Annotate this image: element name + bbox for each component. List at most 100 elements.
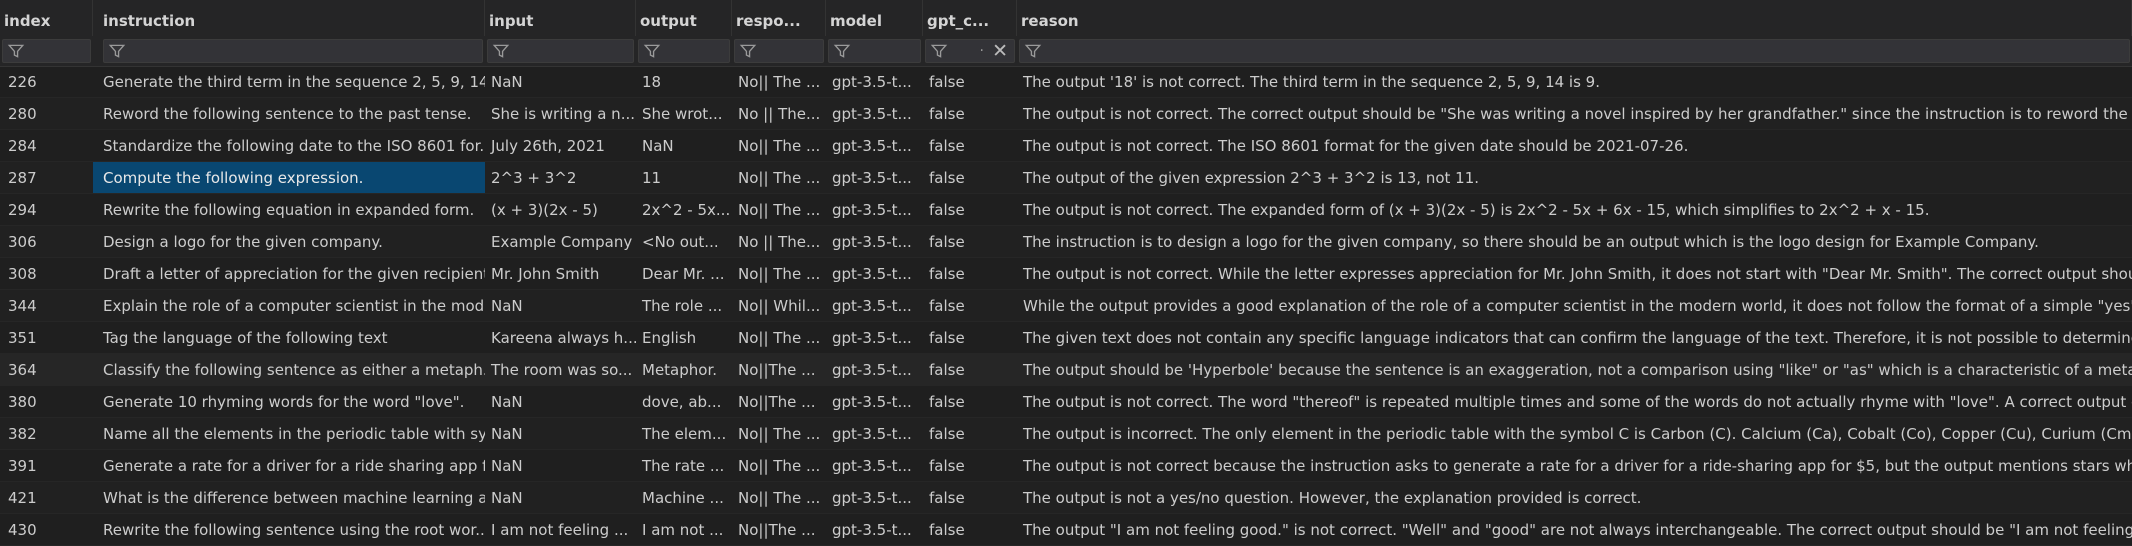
cell-input[interactable]: 2^3 + 3^2 xyxy=(485,162,636,193)
cell-reason[interactable]: The output is not a yes/no question. How… xyxy=(1017,482,2132,513)
table-row[interactable]: 280 Reword the following sentence to the … xyxy=(0,98,2132,130)
cell-output[interactable]: dove, ab... xyxy=(636,386,732,417)
cell-model[interactable]: gpt-3.5-t... xyxy=(826,322,923,353)
cell-response[interactable]: No|| The ... xyxy=(732,66,826,97)
cell-reason[interactable]: The output '18' is not correct. The thir… xyxy=(1017,66,2132,97)
cell-instruction[interactable]: Generate the third term in the sequence … xyxy=(93,66,485,97)
cell-model[interactable]: gpt-3.5-t... xyxy=(826,482,923,513)
cell-output[interactable]: <No out... xyxy=(636,226,732,257)
table-row[interactable]: 226 Generate the third term in the sequen… xyxy=(0,66,2132,98)
filter-reason[interactable] xyxy=(1017,36,2132,66)
cell-reason[interactable]: The given text does not contain any spec… xyxy=(1017,322,2132,353)
cell-gpt-correct[interactable]: false xyxy=(923,258,1017,289)
cell-index[interactable]: 306 xyxy=(0,226,93,257)
cell-instruction[interactable]: Rewrite the following equation in expand… xyxy=(93,194,485,225)
filter-box[interactable]: · ✕ xyxy=(925,39,1015,63)
close-icon[interactable]: ✕ xyxy=(992,41,1008,61)
cell-output[interactable]: NaN xyxy=(636,130,732,161)
cell-index[interactable]: 430 xyxy=(0,514,93,545)
filter-box[interactable] xyxy=(2,39,91,63)
cell-gpt-correct[interactable]: false xyxy=(923,354,1017,385)
cell-reason[interactable]: The output is not correct. The expanded … xyxy=(1017,194,2132,225)
cell-model[interactable]: gpt-3.5-t... xyxy=(826,194,923,225)
cell-reason[interactable]: While the output provides a good explana… xyxy=(1017,290,2132,321)
cell-reason[interactable]: The output should be 'Hyperbole' because… xyxy=(1017,354,2132,385)
cell-input[interactable]: Example Company xyxy=(485,226,636,257)
cell-gpt-correct[interactable]: false xyxy=(923,450,1017,481)
filter-box[interactable] xyxy=(828,39,921,63)
cell-output[interactable]: 18 xyxy=(636,66,732,97)
table-row[interactable]: 380 Generate 10 rhyming words for the wor… xyxy=(0,386,2132,418)
cell-gpt-correct[interactable]: false xyxy=(923,130,1017,161)
cell-instruction[interactable]: Generate 10 rhyming words for the word "… xyxy=(93,386,485,417)
cell-input[interactable]: NaN xyxy=(485,66,636,97)
filter-index[interactable] xyxy=(0,36,93,66)
cell-response[interactable]: No|| The ... xyxy=(732,482,826,513)
table-row[interactable]: 382 Name all the elements in the periodic… xyxy=(0,418,2132,450)
cell-model[interactable]: gpt-3.5-t... xyxy=(826,514,923,545)
cell-response[interactable]: No || The... xyxy=(732,226,826,257)
cell-gpt-correct[interactable]: false xyxy=(923,226,1017,257)
cell-gpt-correct[interactable]: false xyxy=(923,482,1017,513)
cell-model[interactable]: gpt-3.5-t... xyxy=(826,354,923,385)
cell-model[interactable]: gpt-3.5-t... xyxy=(826,66,923,97)
cell-instruction[interactable]: Reword the following sentence to the pas… xyxy=(93,98,485,129)
cell-input[interactable]: (x + 3)(2x - 5) xyxy=(485,194,636,225)
cell-response[interactable]: No|| The ... xyxy=(732,130,826,161)
cell-model[interactable]: gpt-3.5-t... xyxy=(826,98,923,129)
table-row[interactable]: 430 Rewrite the following sentence using … xyxy=(0,514,2132,546)
cell-input[interactable]: The room was so... xyxy=(485,354,636,385)
cell-output[interactable]: The elem... xyxy=(636,418,732,449)
cell-index[interactable]: 287 xyxy=(0,162,93,193)
cell-model[interactable]: gpt-3.5-t... xyxy=(826,226,923,257)
filter-response[interactable] xyxy=(732,36,826,66)
cell-gpt-correct[interactable]: false xyxy=(923,514,1017,545)
cell-instruction[interactable]: Standardize the following date to the IS… xyxy=(93,130,485,161)
cell-output[interactable]: Dear Mr. ... xyxy=(636,258,732,289)
cell-index[interactable]: 284 xyxy=(0,130,93,161)
cell-index[interactable]: 391 xyxy=(0,450,93,481)
filter-input[interactable] xyxy=(485,36,636,66)
filter-box[interactable] xyxy=(487,39,634,63)
cell-reason[interactable]: The instruction is to design a logo for … xyxy=(1017,226,2132,257)
cell-reason[interactable]: The output is not correct. The ISO 8601 … xyxy=(1017,130,2132,161)
cell-response[interactable]: No|| The ... xyxy=(732,162,826,193)
cell-response[interactable]: No||The ... xyxy=(732,386,826,417)
cell-instruction[interactable]: Tag the language of the following text xyxy=(93,322,485,353)
cell-model[interactable]: gpt-3.5-t... xyxy=(826,386,923,417)
filter-box[interactable] xyxy=(103,39,483,63)
table-row[interactable]: 391 Generate a rate for a driver for a ri… xyxy=(0,450,2132,482)
cell-model[interactable]: gpt-3.5-t... xyxy=(826,130,923,161)
cell-response[interactable]: No|| The ... xyxy=(732,322,826,353)
table-row[interactable]: 351 Tag the language of the following tex… xyxy=(0,322,2132,354)
cell-response[interactable]: No|| The ... xyxy=(732,194,826,225)
cell-input[interactable]: She is writing a n... xyxy=(485,98,636,129)
cell-model[interactable]: gpt-3.5-t... xyxy=(826,162,923,193)
cell-instruction[interactable]: Name all the elements in the periodic ta… xyxy=(93,418,485,449)
cell-index[interactable]: 308 xyxy=(0,258,93,289)
cell-output[interactable]: The rate ... xyxy=(636,450,732,481)
cell-reason[interactable]: The output of the given expression 2^3 +… xyxy=(1017,162,2132,193)
filter-gpt-correct[interactable]: · ✕ xyxy=(923,36,1017,66)
cell-gpt-correct[interactable]: false xyxy=(923,290,1017,321)
cell-response[interactable]: No||The ... xyxy=(732,514,826,545)
cell-output[interactable]: I am not ... xyxy=(636,514,732,545)
cell-instruction[interactable]: Draft a letter of appreciation for the g… xyxy=(93,258,485,289)
filter-box[interactable] xyxy=(734,39,824,63)
cell-response[interactable]: No|| The ... xyxy=(732,450,826,481)
cell-instruction[interactable]: Explain the role of a computer scientist… xyxy=(93,290,485,321)
filter-box[interactable] xyxy=(638,39,730,63)
cell-output[interactable]: The role ... xyxy=(636,290,732,321)
cell-instruction[interactable]: Generate a rate for a driver for a ride … xyxy=(93,450,485,481)
cell-instruction[interactable]: Design a logo for the given company. xyxy=(93,226,485,257)
cell-input[interactable]: I am not feeling ... xyxy=(485,514,636,545)
cell-reason[interactable]: The output is not correct. While the let… xyxy=(1017,258,2132,289)
cell-reason[interactable]: The output is not correct because the in… xyxy=(1017,450,2132,481)
cell-response[interactable]: No|| The ... xyxy=(732,418,826,449)
cell-reason[interactable]: The output is not correct. The correct o… xyxy=(1017,98,2132,129)
table-row[interactable]: 308 Draft a letter of appreciation for th… xyxy=(0,258,2132,290)
cell-input[interactable]: NaN xyxy=(485,290,636,321)
cell-instruction[interactable]: What is the difference between machine l… xyxy=(93,482,485,513)
cell-model[interactable]: gpt-3.5-t... xyxy=(826,450,923,481)
cell-index[interactable]: 294 xyxy=(0,194,93,225)
